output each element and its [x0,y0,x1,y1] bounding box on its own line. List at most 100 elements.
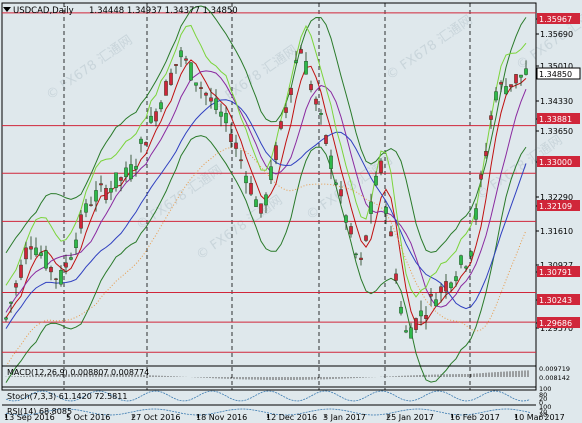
candle-body [284,107,288,113]
candle-body [94,190,98,202]
candle-body [519,74,523,78]
price-tag-label: 1.34850 [539,70,572,79]
mid-ma-line [5,70,527,313]
candle-body [114,172,118,188]
candle-body [464,266,468,269]
price-label: 1.34330 [540,97,573,106]
watermark-text: © FX678 汇通网 [194,193,286,263]
dropdown-arrow-icon[interactable] [3,7,11,12]
candle-body [184,58,188,61]
date-label: 25 Jan 2017 [386,413,434,422]
candle-body [149,115,153,123]
candle-body [179,50,183,58]
ohlc-values: 1.34448 1.34937 1.34377 1.34850 [89,6,238,16]
candle-body [274,145,278,160]
candle-body [64,262,68,268]
candle-body [419,310,423,317]
candle-body [384,206,388,214]
candle-body [74,239,78,249]
candle-body [404,330,408,333]
candle-body [139,138,143,144]
candle-body [439,286,443,293]
candle-body [159,102,163,110]
candle-body [294,60,298,63]
candle-body [249,183,253,195]
candle-body [134,166,138,170]
date-axis: 13 Sep 2016 5 Oct 2016 27 Oct 2016 18 Nov 2… [4,413,565,422]
price-axis: 1.359671.356901.350101.348501.343301.338… [536,13,581,422]
candle-body [14,283,18,288]
candle-body [244,175,248,184]
candle-body [39,252,43,256]
candle-body [79,214,83,229]
candle-body [199,87,203,89]
candle-body [399,306,403,314]
price-label: 1.33650 [540,127,573,136]
candle-body [349,226,353,235]
candle-body [379,160,383,173]
candle-body [4,317,8,320]
price-tag-label: 1.33881 [539,115,572,124]
candle-body [414,318,418,330]
candle-body [299,49,303,54]
candle-body [279,121,283,129]
candle-body [514,74,518,84]
candle-body [324,135,328,144]
candle-body [424,315,428,319]
candle-body [9,301,13,304]
candle-body [504,86,508,95]
date-label: 3 Jan 2017 [323,413,366,422]
candle-body [394,273,398,281]
price-label: 1.35690 [540,30,573,39]
cloud-span-line [5,146,527,367]
candle-body [269,166,273,180]
candle-body [494,91,498,101]
watermark-text: © FX678 汇通网 [384,13,476,83]
candle-body [44,250,48,269]
date-label: 13 Sep 2016 [4,413,55,422]
date-label: 27 Oct 2016 [131,413,180,422]
candle-body [354,253,358,256]
candle-body [29,246,33,250]
candle-body [304,61,308,75]
date-label: 5 Oct 2016 [66,413,110,422]
candle-body [329,155,333,169]
candle-body [344,215,348,223]
candle-body [449,282,453,289]
stoch-label: Stoch(7,3,3) 61.1420 72.5811 [7,392,127,401]
candle-body [239,159,243,162]
price-label: 1.31610 [540,227,573,236]
candle-body [24,247,28,260]
date-label: 16 Feb 2017 [450,413,500,422]
candle-body [454,276,458,282]
candle-body [499,82,503,85]
candle-body [19,264,23,278]
chart-window[interactable]: © FX678 汇通网 © FX678 汇通网 © FX678 汇通网 © FX678… [0,0,582,423]
candle-body [49,267,53,273]
price-chart[interactable]: © FX678 汇通网© FX678 汇通网© FX678 汇通网© FX678… [0,0,582,423]
candle-body [219,111,223,117]
candle-body [429,293,433,297]
candle-body [119,177,123,181]
candle-body [154,111,158,122]
chart-header: USDCAD,Daily 1.34448 1.34937 1.34377 1.3… [3,6,238,16]
candle-body [59,270,63,285]
price-tag-label: 1.30243 [539,296,572,305]
candle-body [84,203,88,213]
candle-body [109,188,113,193]
candle-body [124,167,128,178]
candle-body [459,255,463,265]
candle-body [229,133,233,143]
candle-body [469,251,473,257]
candle-body [209,97,213,102]
date-label: 12 Dec 2016 [266,413,317,422]
candle-body [369,201,373,214]
candle-body [89,204,93,206]
candle-body [204,92,208,96]
candle-body [34,247,38,256]
symbol-label: USDCAD,Daily [13,6,74,16]
candle-body [144,142,148,146]
candle-body [104,188,108,200]
macd-label: MACD(12,26,9) 0.008807 0.008774 [7,368,149,377]
candle-body [479,174,483,180]
